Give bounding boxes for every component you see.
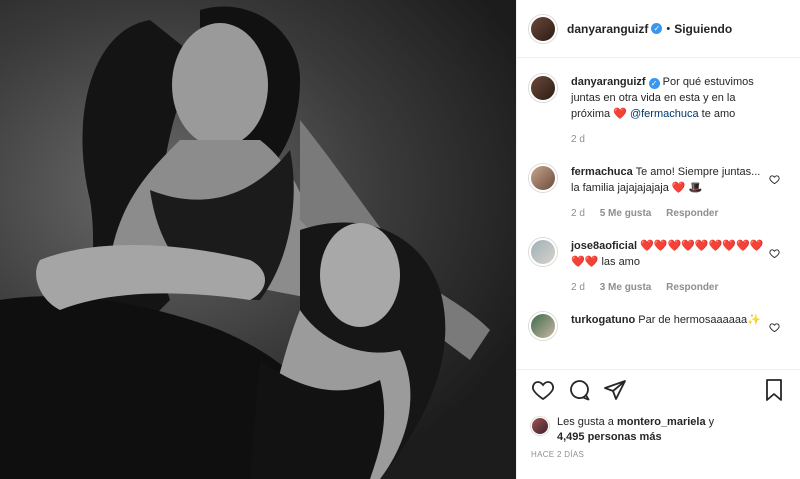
- comment-avatar[interactable]: [529, 164, 557, 192]
- caption-mention[interactable]: @fermachuca: [630, 108, 699, 120]
- comment-item: fermachuca Te amo! Siempre juntas... la …: [529, 164, 788, 222]
- bookmark-icon[interactable]: [762, 378, 786, 402]
- verified-badge-icon: ✓: [651, 23, 663, 34]
- caption-avatar[interactable]: [529, 74, 557, 102]
- comment-like-icon[interactable]: [769, 322, 780, 333]
- caption: danyaranguizf ✓ Por qué estuvimos juntas …: [529, 74, 788, 148]
- comment-time[interactable]: 2 d: [571, 208, 585, 219]
- photo-illustration: [0, 6, 490, 479]
- action-bar: [517, 369, 800, 409]
- comment-username[interactable]: jose8aoficial: [571, 240, 637, 252]
- author-username[interactable]: danyaranguizf: [567, 22, 648, 36]
- post-side-panel: danyaranguizf ✓ • Siguiendo danyaranguiz…: [516, 0, 800, 479]
- liker-username[interactable]: montero_mariela: [617, 416, 706, 428]
- comment-icon[interactable]: [567, 378, 591, 402]
- comments-list[interactable]: danyaranguizf ✓ Por qué estuvimos juntas …: [517, 58, 800, 369]
- likes-prefix: Les gusta a: [557, 416, 614, 428]
- comment-avatar[interactable]: [529, 312, 557, 340]
- following-button[interactable]: Siguiendo: [674, 22, 732, 36]
- header-separator: •: [666, 22, 671, 35]
- comment-like-icon[interactable]: [769, 248, 780, 259]
- reply-button[interactable]: Responder: [666, 208, 718, 219]
- instagram-post: danyaranguizf ✓ • Siguiendo danyaranguiz…: [0, 0, 800, 479]
- post-timestamp[interactable]: HACE 2 DÍAS: [531, 450, 584, 459]
- verified-badge-icon: ✓: [648, 78, 660, 89]
- comment-item: jose8aoficial ❤️❤️❤️❤️❤️❤️❤️❤️❤️❤️❤️ las…: [529, 238, 788, 296]
- heart-outline-icon[interactable]: [531, 378, 555, 402]
- comment-avatar[interactable]: [529, 238, 557, 266]
- post-photo[interactable]: [0, 0, 516, 479]
- caption-tail: te amo: [701, 108, 736, 120]
- comment-like-icon[interactable]: [769, 174, 780, 185]
- post-header: danyaranguizf ✓ • Siguiendo: [517, 0, 800, 58]
- caption-username[interactable]: danyaranguizf: [571, 76, 646, 88]
- comment-item: turkogatuno Par de hermosaaaaaa✨: [529, 312, 788, 340]
- heart-emoji: ❤️: [613, 108, 627, 120]
- comment-text: Par de hermosaaaaaa✨: [638, 314, 761, 326]
- comment-likes[interactable]: 3 Me gusta: [600, 282, 652, 293]
- comment-username[interactable]: turkogatuno: [571, 314, 635, 326]
- caption-time[interactable]: 2 d: [571, 134, 585, 145]
- reply-button[interactable]: Responder: [666, 282, 718, 293]
- likes-joiner: y: [708, 416, 715, 428]
- comment-time[interactable]: 2 d: [571, 282, 585, 293]
- author-avatar[interactable]: [529, 14, 557, 43]
- liker-avatar[interactable]: [531, 417, 549, 435]
- likes-count[interactable]: 4,495 personas más: [557, 431, 662, 443]
- comment-username[interactable]: fermachuca: [571, 166, 633, 178]
- share-icon[interactable]: [603, 378, 627, 402]
- likes-summary: Les gusta a montero_mariela y 4,495 pers…: [531, 415, 786, 445]
- comment-likes[interactable]: 5 Me gusta: [600, 208, 652, 219]
